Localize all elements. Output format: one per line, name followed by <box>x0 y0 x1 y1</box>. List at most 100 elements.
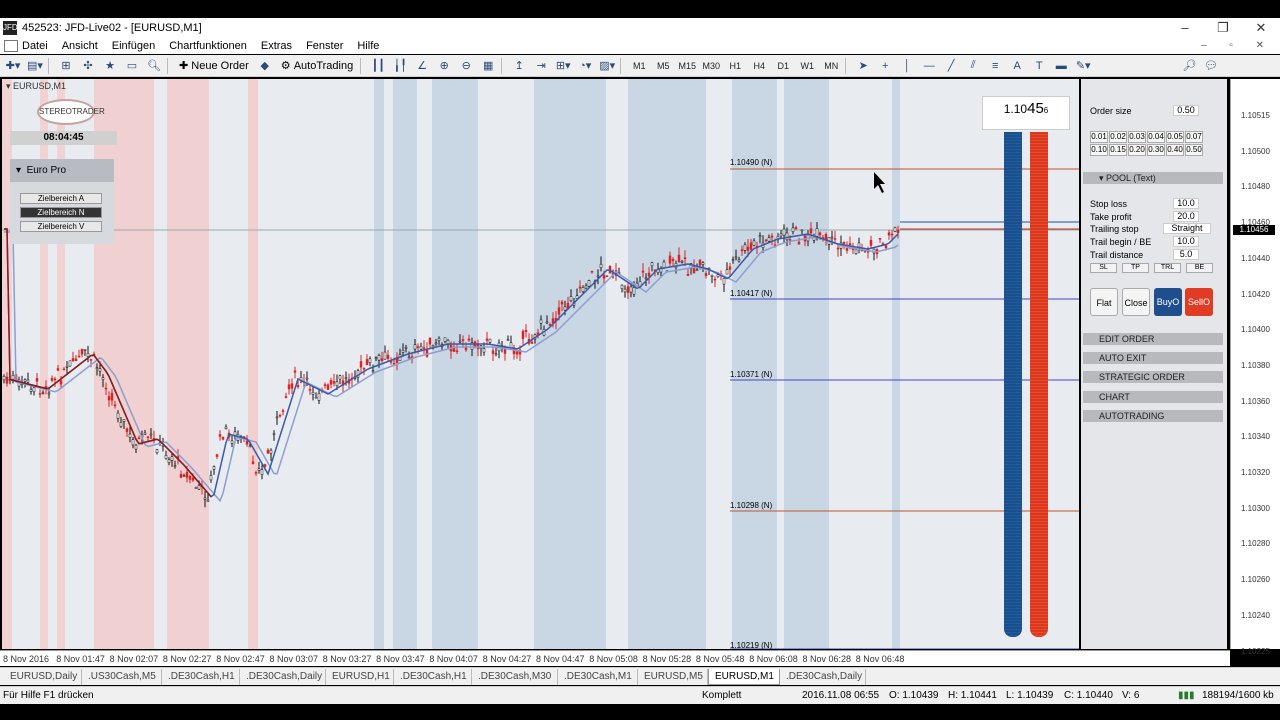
trendline-icon[interactable]: ╱ <box>942 57 960 75</box>
quick-size-button[interactable]: 0.15 <box>1109 144 1127 156</box>
tf-m30[interactable]: M30 <box>701 57 721 75</box>
autoscroll-icon[interactable]: ↥ <box>510 57 528 75</box>
auto-exit-section[interactable]: AUTO EXIT <box>1083 352 1223 364</box>
market-watch-icon[interactable]: ⊞ <box>57 57 75 75</box>
zielbereich-v-button[interactable]: Zielbereich V <box>20 221 102 232</box>
crosshair-icon[interactable]: + <box>876 57 894 75</box>
tf-m15[interactable]: M15 <box>677 57 697 75</box>
tester-icon[interactable]: 🔍︎ <box>145 57 163 75</box>
chart-tab[interactable]: EURUSD,H1 <box>326 669 394 685</box>
close-button[interactable]: Close <box>1122 288 1150 316</box>
trailing-stop-select[interactable]: Straight <box>1163 223 1211 234</box>
pool-section[interactable]: ▾ POOL (Text) <box>1083 172 1223 184</box>
menu-datei[interactable]: Datei <box>22 40 48 52</box>
indicators-icon[interactable]: ⊞▾ <box>554 57 572 75</box>
shapes-icon[interactable]: ✎▾ <box>1074 57 1092 75</box>
cursor-icon[interactable]: ➤ <box>854 57 872 75</box>
candle-chart-icon[interactable]: ╽╿ <box>391 57 409 75</box>
flat-button[interactable]: Flat <box>1090 288 1118 316</box>
price-chart[interactable]: ▾ EURUSD,M1 STEREOTRADER 08:04:45 ▾ Euro… <box>2 79 1079 649</box>
chart-tab[interactable]: EURUSD,Daily <box>4 669 82 685</box>
search-icon[interactable]: 🔎︎ <box>1180 57 1198 75</box>
channel-icon[interactable]: ⫽ <box>964 57 982 75</box>
line-chart-icon[interactable]: ∠ <box>413 57 431 75</box>
tile-icon[interactable]: ▦ <box>479 57 497 75</box>
quick-size-button[interactable]: 0.03 <box>1128 131 1146 143</box>
chart-tab[interactable]: EURUSD,M5 <box>638 669 708 685</box>
new-chart-icon[interactable]: ✚▾ <box>4 57 22 75</box>
menu-einfuegen[interactable]: Einfügen <box>112 40 155 52</box>
zielbereich-a-button[interactable]: Zielbereich A <box>20 193 102 204</box>
sl-button[interactable]: SL <box>1090 263 1117 273</box>
tf-mn[interactable]: MN <box>821 57 841 75</box>
periods-icon[interactable]: ◔▾ <box>576 57 594 75</box>
autotrading-section[interactable]: AUTOTRADING <box>1083 410 1223 422</box>
be-button[interactable]: BE <box>1186 263 1213 273</box>
sell-button[interactable]: SellO <box>1185 288 1213 316</box>
menu-chartfunktionen[interactable]: Chartfunktionen <box>169 40 247 52</box>
document-icon[interactable] <box>4 39 18 52</box>
chart-tab[interactable]: .DE30Cash,Daily <box>780 669 866 685</box>
quick-size-button[interactable]: 0.40 <box>1166 144 1184 156</box>
vertical-line-icon[interactable]: │ <box>898 57 916 75</box>
strategic-order-section[interactable]: STRATEGIC ORDER <box>1083 371 1223 383</box>
tf-w1[interactable]: W1 <box>797 57 817 75</box>
menu-hilfe[interactable]: Hilfe <box>357 40 379 52</box>
menu-fenster[interactable]: Fenster <box>306 40 343 52</box>
terminal-icon[interactable]: ▭ <box>123 57 141 75</box>
quick-size-button[interactable]: 0.04 <box>1147 131 1165 143</box>
quick-size-button[interactable]: 0.30 <box>1147 144 1165 156</box>
fibonacci-icon[interactable]: ≡ <box>986 57 1004 75</box>
quick-size-button[interactable]: 0.01 <box>1090 131 1108 143</box>
profiles-icon[interactable]: ▤▾ <box>26 57 44 75</box>
chart-tab[interactable]: .DE30Cash,Daily <box>240 669 326 685</box>
tf-d1[interactable]: D1 <box>773 57 793 75</box>
templates-icon[interactable]: ▨▾ <box>598 57 616 75</box>
chart-tab[interactable]: .DE30Cash,H1 <box>162 669 240 685</box>
label-icon[interactable]: T <box>1030 57 1048 75</box>
new-order-button[interactable]: ✚ Neue Order <box>176 57 252 75</box>
edit-order-section[interactable]: EDIT ORDER <box>1083 333 1223 345</box>
tp-button[interactable]: TP <box>1122 263 1149 273</box>
mdi-controls[interactable]: – ▫ ✕ <box>1201 40 1274 51</box>
horizontal-line-icon[interactable]: — <box>920 57 938 75</box>
chart-tab[interactable]: EURUSD,M1 <box>708 669 780 685</box>
quick-size-button[interactable]: 0.50 <box>1185 144 1203 156</box>
zoom-out-icon[interactable]: ⊖ <box>457 57 475 75</box>
chart-tab[interactable]: .DE30Cash,H1 <box>394 669 472 685</box>
chart-tab[interactable]: .US30Cash,M5 <box>82 669 162 685</box>
minimize-icon[interactable]: – <box>1166 18 1204 37</box>
menu-ansicht[interactable]: Ansicht <box>62 40 98 52</box>
quick-size-button[interactable]: 0.20 <box>1128 144 1146 156</box>
tf-m1[interactable]: M1 <box>629 57 649 75</box>
chat-icon[interactable]: 💬︎ <box>1202 57 1220 75</box>
quick-size-button[interactable]: 0.02 <box>1109 131 1127 143</box>
chart-tab[interactable]: .DE30Cash,M30 <box>472 669 558 685</box>
menu-extras[interactable]: Extras <box>261 40 292 52</box>
trl-button[interactable]: TRL <box>1154 263 1181 273</box>
trail-distance-input[interactable]: 5.0 <box>1173 249 1199 260</box>
order-size-input[interactable]: 0.50 <box>1173 105 1199 116</box>
chart-tab[interactable]: .DE30Cash,M1 <box>558 669 638 685</box>
trail-begin-input[interactable]: 10.0 <box>1173 236 1199 247</box>
tf-h1[interactable]: H1 <box>725 57 745 75</box>
close-icon[interactable]: ✕ <box>1242 18 1280 37</box>
zoom-in-icon[interactable]: ⊕ <box>435 57 453 75</box>
zielbereich-n-button[interactable]: Zielbereich N <box>20 207 102 218</box>
navigator-icon[interactable]: ✣ <box>79 57 97 75</box>
editor-icon[interactable]: ◆ <box>256 57 274 75</box>
stop-loss-input[interactable]: 10.0 <box>1173 198 1199 209</box>
text-icon[interactable]: A <box>1008 57 1026 75</box>
tf-h4[interactable]: H4 <box>749 57 769 75</box>
take-profit-input[interactable]: 20.0 <box>1173 211 1199 222</box>
quick-size-button[interactable]: 0.07 <box>1185 131 1203 143</box>
folder-icon[interactable]: ★ <box>101 57 119 75</box>
tf-m5[interactable]: M5 <box>653 57 673 75</box>
chart-shift-icon[interactable]: ⇥ <box>532 57 550 75</box>
buy-button[interactable]: BuyO <box>1154 288 1182 316</box>
chart-section[interactable]: CHART <box>1083 391 1223 403</box>
arrows-icon[interactable]: ▬ <box>1052 57 1070 75</box>
quick-size-button[interactable]: 0.10 <box>1090 144 1108 156</box>
quick-size-button[interactable]: 0.05 <box>1166 131 1184 143</box>
autotrading-button[interactable]: ⚙ AutoTrading <box>278 57 356 75</box>
